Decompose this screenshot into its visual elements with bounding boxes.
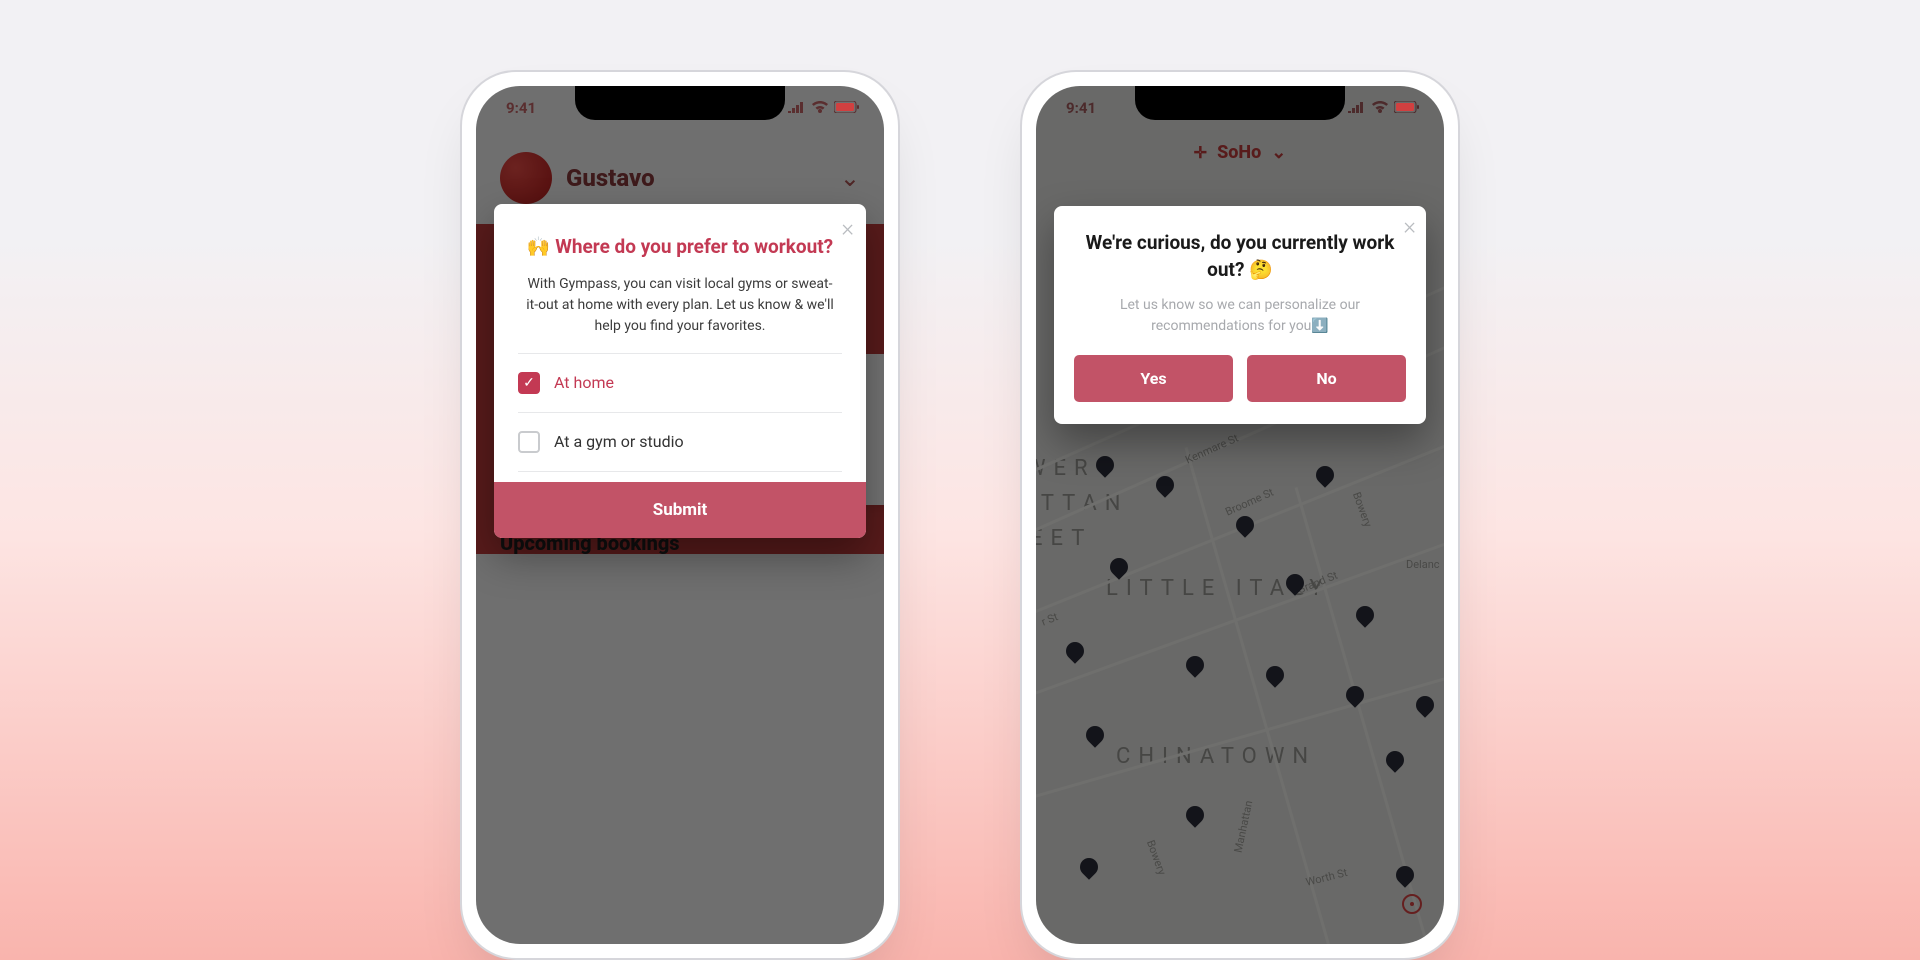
phone-notch: [1135, 86, 1345, 120]
modal-title: We're curious, do you currently work out…: [1074, 230, 1406, 295]
workout-question-modal: × We're curious, do you currently work o…: [1054, 206, 1426, 424]
thinking-face-icon: 🤔: [1249, 258, 1273, 281]
phone-screen-right: WER HATTAN EET LITTLE ITALY CHINATOWN Ke…: [1036, 86, 1444, 944]
modal-title: 🙌 Where do you prefer to workout?: [518, 234, 842, 260]
option-label: At a gym or studio: [554, 432, 684, 451]
status-time: 9:41: [506, 99, 536, 117]
option-at-gym[interactable]: At a gym or studio: [518, 412, 842, 472]
close-icon[interactable]: ×: [1403, 212, 1416, 240]
phone-mock-right: WER HATTAN EET LITTLE ITALY CHINATOWN Ke…: [1020, 70, 1460, 960]
phone-screen-left: 9:41 Gustavo ⌄: [476, 86, 884, 944]
option-label: At home: [554, 373, 614, 392]
battery-icon: [1394, 99, 1420, 117]
yes-button[interactable]: Yes: [1074, 355, 1233, 402]
raised-hands-icon: 🙌: [527, 235, 551, 258]
status-time: 9:41: [1066, 99, 1096, 117]
phone-mock-left: 9:41 Gustavo ⌄: [460, 70, 900, 960]
close-icon[interactable]: ×: [841, 214, 854, 242]
battery-icon: [834, 99, 860, 117]
checkbox-checked-icon[interactable]: ✓: [518, 372, 540, 394]
phone-notch: [575, 86, 785, 120]
modal-subtitle: Let us know so we can personalize our re…: [1074, 295, 1406, 355]
down-arrow-icon: ⬇️: [1311, 318, 1328, 334]
no-button[interactable]: No: [1247, 355, 1406, 402]
modal-description: With Gympass, you can visit local gyms o…: [518, 274, 842, 353]
signal-icon: [788, 99, 806, 117]
submit-button[interactable]: Submit: [494, 482, 866, 538]
wifi-icon: [812, 99, 828, 117]
signal-icon: [1348, 99, 1366, 117]
workout-preference-modal: × 🙌 Where do you prefer to workout? With…: [494, 204, 866, 538]
checkbox-unchecked-icon[interactable]: [518, 431, 540, 453]
option-at-home[interactable]: ✓ At home: [518, 353, 842, 412]
wifi-icon: [1372, 99, 1388, 117]
